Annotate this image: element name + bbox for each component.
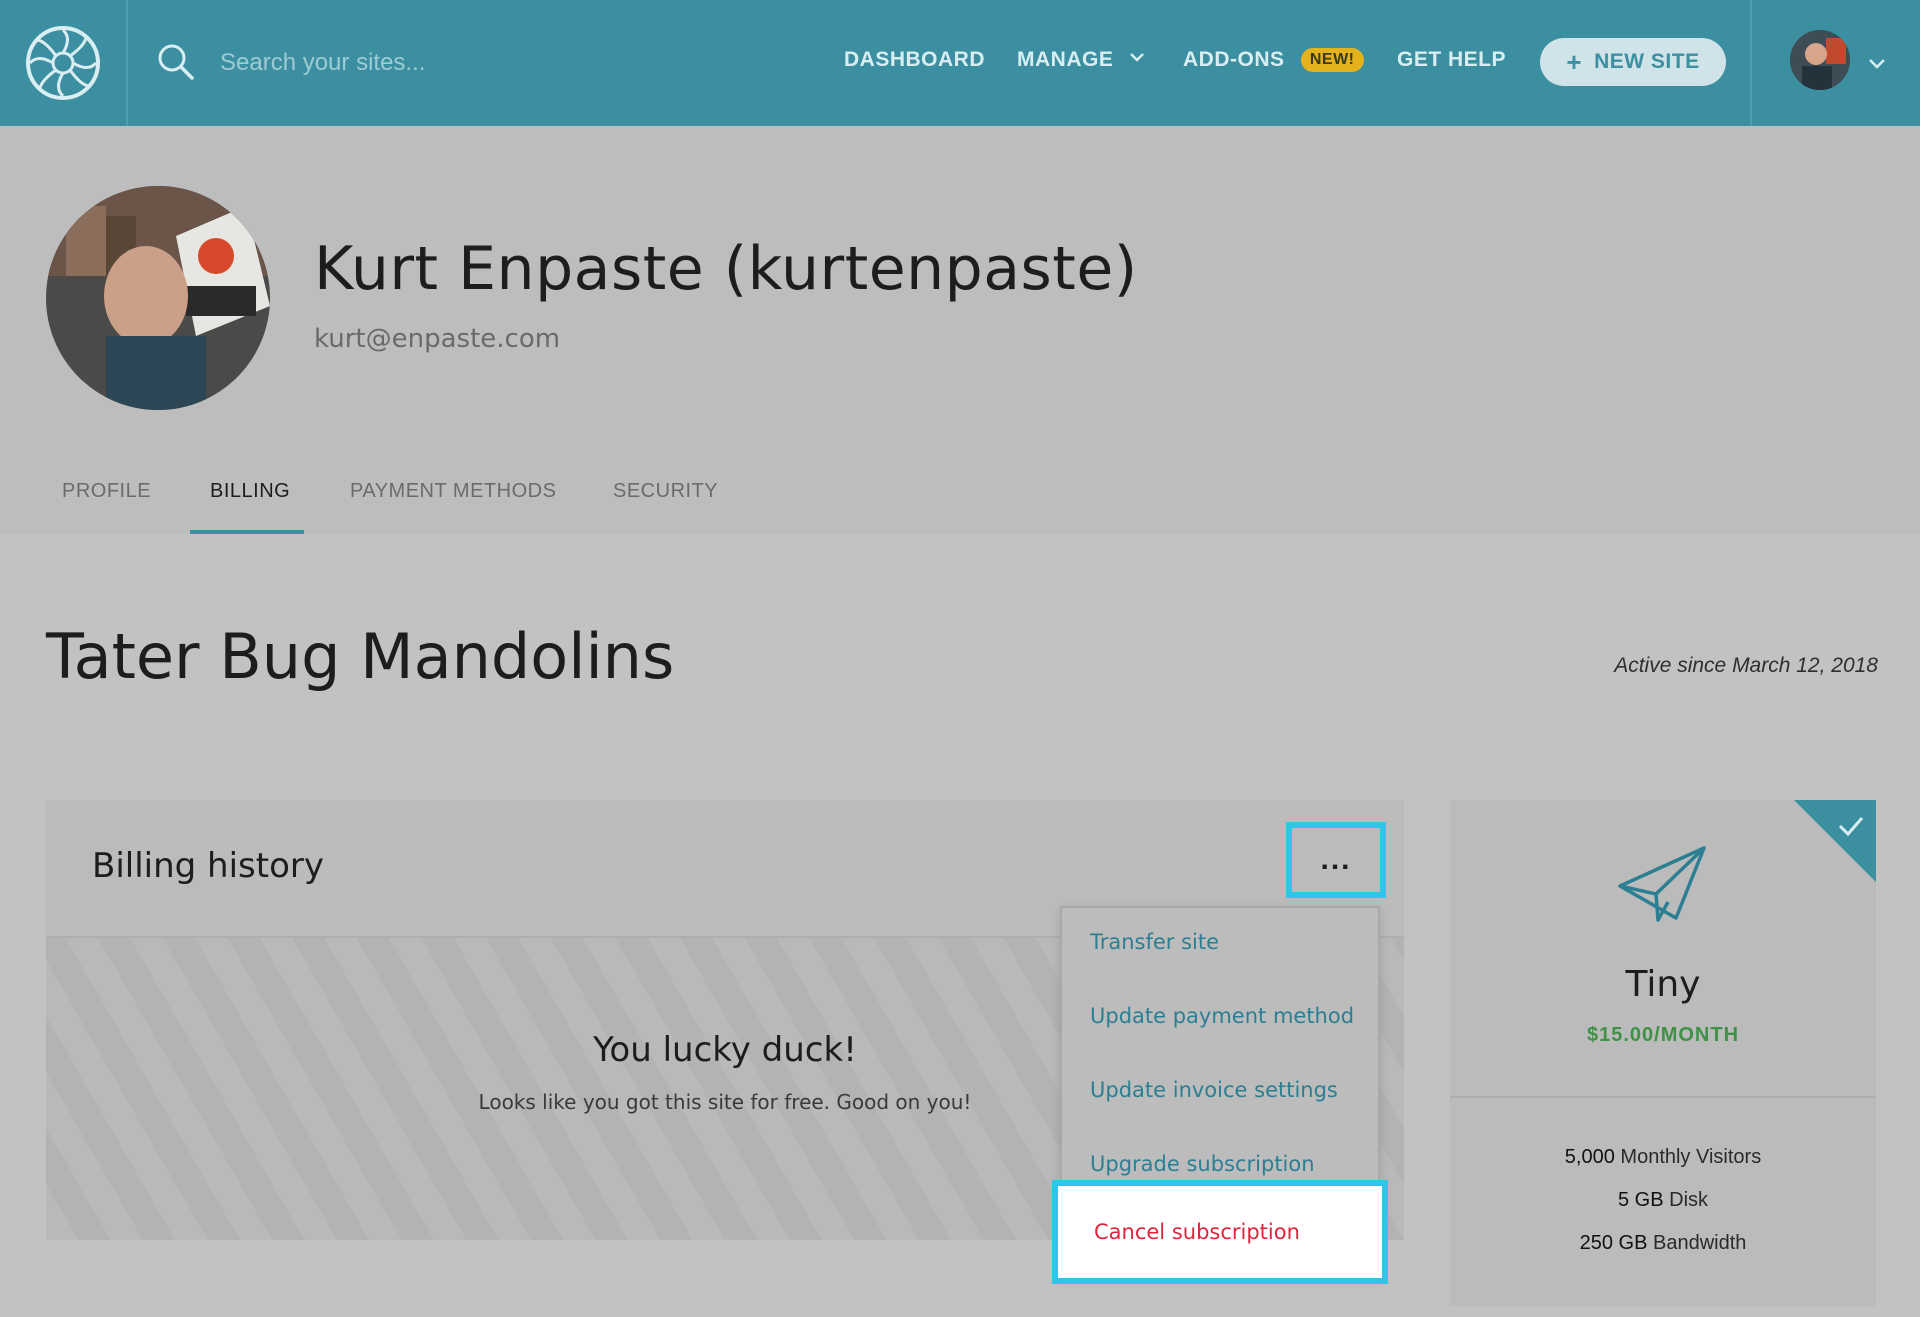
user-menu[interactable] xyxy=(1750,0,1920,126)
active-tab-indicator xyxy=(190,530,304,534)
more-options-button[interactable]: ... xyxy=(1286,822,1386,898)
new-badge: NEW! xyxy=(1300,48,1364,72)
nav-addons-label: ADD-ONS xyxy=(1183,48,1285,71)
logo-icon[interactable] xyxy=(24,24,102,102)
active-since: Active since March 12, 2018 xyxy=(1614,654,1878,677)
plan-card: Tiny $15.00/MONTH 5,000 Monthly Visitors… xyxy=(1450,800,1876,1306)
new-site-label: NEW SITE xyxy=(1594,50,1700,73)
menu-item-transfer-site[interactable]: Transfer site xyxy=(1090,930,1219,954)
nav-get-help[interactable]: GET HELP xyxy=(1397,48,1506,72)
billing-title: Billing history xyxy=(92,846,324,886)
profile-header: Kurt Enpaste (kurtenpaste) kurt@enpaste.… xyxy=(0,126,1920,534)
plan-price: $15.00/MONTH xyxy=(1586,1024,1740,1046)
divider xyxy=(1450,1096,1876,1098)
menu-item-cancel-subscription[interactable]: Cancel subscription xyxy=(1094,1220,1300,1244)
nav-manage-label: MANAGE xyxy=(1017,48,1114,71)
feature-label: Bandwidth xyxy=(1652,1232,1747,1254)
new-site-button[interactable]: + NEW SITE xyxy=(1540,38,1726,86)
plan-name: Tiny xyxy=(1625,964,1701,1005)
top-nav: DASHBOARD MANAGE ADD-ONS NEW! GET HELP +… xyxy=(0,0,1920,126)
plan-feature: 5,000 Monthly Visitors xyxy=(1450,1146,1876,1169)
profile-name: Kurt Enpaste (kurtenpaste) xyxy=(314,234,1138,304)
profile-email: kurt@enpaste.com xyxy=(314,324,561,354)
feature-label: Monthly Visitors xyxy=(1620,1146,1762,1168)
tab-profile[interactable]: PROFILE xyxy=(62,480,151,503)
paper-plane-icon xyxy=(1618,846,1706,922)
nav-manage[interactable]: MANAGE xyxy=(1017,48,1144,72)
profile-avatar xyxy=(46,186,270,410)
chevron-down-icon xyxy=(1129,53,1144,62)
feature-value: 5,000 xyxy=(1564,1146,1615,1168)
cancel-subscription-highlight[interactable]: Cancel subscription xyxy=(1052,1180,1388,1284)
nav-dashboard[interactable]: DASHBOARD xyxy=(844,48,985,72)
search-icon[interactable] xyxy=(156,42,196,82)
nav-addons[interactable]: ADD-ONS NEW! xyxy=(1183,48,1364,72)
feature-value: 5 GB xyxy=(1617,1189,1664,1211)
check-icon xyxy=(1794,800,1876,882)
menu-item-upgrade[interactable]: Upgrade subscription xyxy=(1090,1152,1315,1176)
plan-feature: 250 GB Bandwidth xyxy=(1450,1232,1876,1255)
search-input[interactable] xyxy=(218,40,742,86)
chevron-down-icon xyxy=(1869,59,1885,69)
tab-payment-methods[interactable]: PAYMENT METHODS xyxy=(350,480,556,503)
avatar[interactable] xyxy=(1790,30,1850,90)
menu-item-update-payment[interactable]: Update payment method xyxy=(1090,1004,1354,1028)
tab-billing[interactable]: BILLING xyxy=(210,480,290,503)
page-title: Tater Bug Mandolins xyxy=(46,620,675,693)
tab-security[interactable]: SECURITY xyxy=(613,480,718,503)
menu-item-update-invoice[interactable]: Update invoice settings xyxy=(1090,1078,1338,1102)
plan-feature: 5 GB Disk xyxy=(1450,1189,1876,1212)
plus-icon: + xyxy=(1566,46,1583,77)
feature-value: 250 GB xyxy=(1579,1232,1648,1254)
logo-cell xyxy=(0,0,128,126)
feature-label: Disk xyxy=(1669,1189,1709,1211)
